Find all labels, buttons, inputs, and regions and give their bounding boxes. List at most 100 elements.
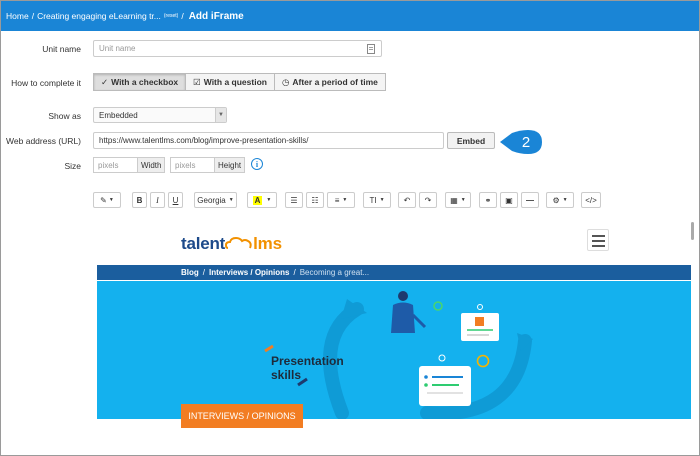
- image-icon: ▣: [505, 195, 513, 205]
- bullet-list-icon: ☰: [290, 195, 298, 205]
- paragraph-align-button[interactable]: ≡ ▼: [327, 192, 355, 208]
- text-field-icon: [367, 44, 375, 54]
- web-address-value: https://www.talentlms.com/blog/improve-p…: [99, 136, 309, 145]
- image-button[interactable]: ▣: [500, 192, 518, 208]
- breadcrumb-current: Add iFrame: [188, 10, 244, 22]
- caret-down-icon: ▼: [562, 197, 568, 203]
- width-input[interactable]: pixels: [93, 157, 138, 173]
- embedded-preview[interactable]: talent lms Blog / Interviews / Opinions /…: [97, 217, 691, 419]
- bold-button[interactable]: B: [132, 192, 147, 208]
- caret-down-icon: ▼: [379, 197, 385, 203]
- category-tag[interactable]: INTERVIEWS / OPINIONS: [181, 404, 303, 428]
- embed-button[interactable]: Embed: [447, 132, 495, 149]
- web-address-input[interactable]: https://www.talentlms.com/blog/improve-p…: [93, 132, 444, 149]
- unit-name-placeholder: Unit name: [99, 44, 136, 53]
- preview-breadcrumb: Blog / Interviews / Opinions / Becoming …: [97, 265, 691, 280]
- width-placeholder: pixels: [98, 160, 119, 170]
- breadcrumb-home[interactable]: Home: [6, 11, 29, 21]
- caret-down-icon: ▼: [228, 197, 234, 203]
- caret-down-icon: ▼: [108, 197, 114, 203]
- show-as-select[interactable]: Embedded ▼: [93, 107, 227, 123]
- editor-scrollbar[interactable]: [691, 222, 694, 240]
- preview-crumb-category[interactable]: Interviews / Opinions: [209, 268, 289, 277]
- logo-talent-text: talent: [181, 234, 226, 253]
- with-question-button[interactable]: ☑ With a question: [186, 73, 275, 91]
- show-as-value: Embedded: [99, 110, 138, 120]
- width-addon: Width: [138, 157, 166, 173]
- with-checkbox-label: With a checkbox: [111, 77, 179, 87]
- undo-button[interactable]: ↶: [398, 192, 416, 208]
- font-color-icon: A: [252, 195, 263, 205]
- app-window: Home / Creating engaging eLearning tr...…: [0, 0, 700, 456]
- after-period-button[interactable]: ◷ After a period of time: [274, 73, 386, 91]
- step-callout-icon: 2: [500, 130, 542, 154]
- text-height-icon: TI: [369, 195, 377, 205]
- preview-crumb-separator: /: [293, 268, 296, 277]
- link-icon: ⚭: [484, 195, 492, 205]
- font-family-value: Georgia: [197, 195, 226, 205]
- redo-button[interactable]: ↷: [419, 192, 437, 208]
- info-icon[interactable]: i: [251, 158, 263, 170]
- gear-icon: ⚙: [552, 195, 560, 205]
- size-label: Size: [64, 161, 81, 171]
- height-input[interactable]: pixels: [170, 157, 215, 173]
- height-addon: Height: [215, 157, 246, 173]
- with-checkbox-button[interactable]: ✓ With a checkbox: [93, 73, 187, 91]
- code-view-button[interactable]: </>: [581, 192, 601, 208]
- height-placeholder: pixels: [175, 160, 196, 170]
- dropdown-arrow-icon: ▼: [215, 108, 226, 122]
- italic-button[interactable]: I: [150, 192, 165, 208]
- breadcrumb-course-badge[interactable]: (reset): [164, 13, 178, 19]
- caret-down-icon: ▼: [460, 197, 466, 203]
- text-size-button[interactable]: TI ▼: [363, 192, 391, 208]
- font-family-select[interactable]: Georgia ▼: [194, 192, 237, 208]
- after-period-label: After a period of time: [292, 77, 378, 87]
- magic-format-button[interactable]: ✎ ▼: [93, 192, 121, 208]
- width-group: pixels Width: [93, 157, 166, 173]
- preview-crumb-blog[interactable]: Blog: [181, 268, 199, 277]
- link-button[interactable]: ⚭: [479, 192, 497, 208]
- step-callout-number: 2: [522, 134, 530, 151]
- hamburger-menu-icon[interactable]: [587, 229, 609, 251]
- breadcrumb-separator: /: [31, 11, 35, 21]
- caret-down-icon: ▼: [342, 197, 348, 203]
- hero-title: Presentation skills: [271, 354, 344, 382]
- show-as-label: Show as: [48, 111, 81, 121]
- breadcrumb-course[interactable]: Creating engaging eLearning tr...: [37, 11, 161, 21]
- magic-wand-icon: ✎: [100, 195, 107, 205]
- caret-down-icon: ▼: [266, 197, 272, 203]
- align-left-icon: ≡: [334, 195, 340, 205]
- hero-title-line1: Presentation: [271, 354, 344, 368]
- with-question-label: With a question: [203, 77, 267, 87]
- height-group: pixels Height: [170, 157, 246, 173]
- numbered-list-icon: ☷: [311, 195, 319, 205]
- unit-name-input[interactable]: Unit name: [93, 40, 382, 57]
- undo-icon: ↶: [403, 195, 411, 205]
- table-icon: ▦: [450, 195, 458, 205]
- ordered-list-button[interactable]: ☷: [306, 192, 324, 208]
- preview-crumb-current: Becoming a great...: [299, 268, 370, 277]
- redo-icon: ↷: [424, 195, 432, 205]
- talentlms-logo: talent lms: [181, 234, 282, 254]
- cloud-logo-icon: [225, 236, 252, 249]
- preview-crumb-separator: /: [202, 268, 206, 277]
- font-color-button[interactable]: A ▼: [247, 192, 277, 208]
- checkmark-icon: ✓: [101, 76, 109, 87]
- horizontal-rule-icon: —: [526, 195, 534, 205]
- checkbox-icon: ☑: [193, 76, 201, 87]
- completion-options: ✓ With a checkbox ☑ With a question ◷ Af…: [93, 73, 386, 91]
- table-button[interactable]: ▦ ▼: [445, 192, 471, 208]
- unordered-list-button[interactable]: ☰: [285, 192, 303, 208]
- logo-lms-text: lms: [253, 234, 282, 253]
- clock-icon: ◷: [281, 76, 290, 87]
- code-icon: </>: [585, 195, 597, 205]
- settings-menu-button[interactable]: ⚙ ▼: [546, 192, 574, 208]
- complete-label: How to complete it: [11, 78, 81, 88]
- breadcrumb-separator: /: [181, 11, 184, 21]
- breadcrumb: Home / Creating engaging eLearning tr...…: [1, 1, 699, 31]
- hero-title-line2: skills: [271, 368, 302, 382]
- horizontal-rule-button[interactable]: —: [521, 192, 539, 208]
- underline-button[interactable]: U: [168, 192, 183, 208]
- hero-illustration: [264, 291, 533, 419]
- unit-name-label: Unit name: [42, 44, 81, 54]
